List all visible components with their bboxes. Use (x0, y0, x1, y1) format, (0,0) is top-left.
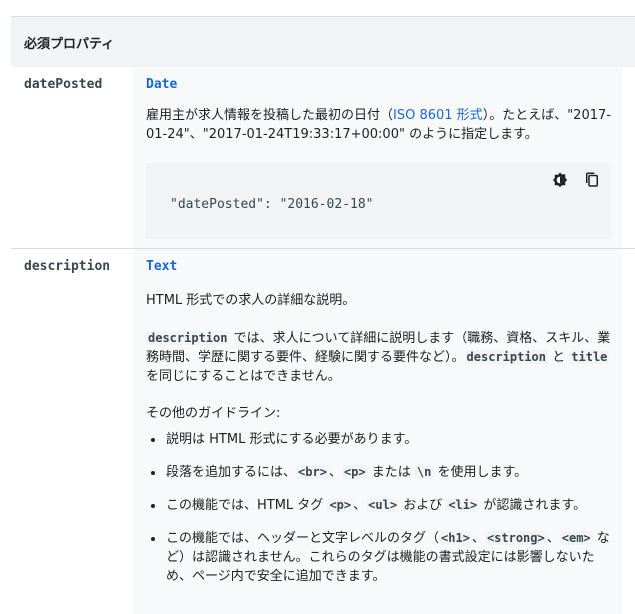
code-line: "datePosted": "2016-02-18" (170, 197, 374, 212)
bullet-3-sep-1: 、 (353, 498, 367, 513)
description-summary: HTML 形式での求人の詳細な説明。 (146, 293, 356, 308)
type-link-date[interactable]: Date (146, 77, 177, 92)
bullet-2-sep-2: または (367, 465, 415, 480)
iso8601-link[interactable]: ISO 8601 形式 (393, 108, 483, 123)
bullet-4-sep-1: 、 (471, 531, 485, 546)
theme-toggle-icon[interactable] (551, 171, 569, 189)
detail-text-3: を同じにすることはできません。 (146, 369, 341, 384)
property-name-dateposted: datePosted (24, 77, 103, 92)
type-link-text[interactable]: Text (146, 259, 177, 274)
code-sample-block: "datePosted": "2016-02-18" (146, 163, 611, 239)
table-header-label: 必須プロパティ (24, 37, 115, 52)
bullet-1-text: 説明は HTML 形式にする必要があります。 (166, 432, 418, 447)
code-title: title (569, 350, 610, 364)
list-item: 段落を追加するには、 <br>、 <p> または \n を使用します。 (146, 463, 611, 482)
copy-icon[interactable] (583, 171, 601, 189)
code-key: "datePosted" (170, 197, 264, 212)
description-detail: description では、求人について詳細に説明します（職務、資格、スキル、… (146, 329, 611, 386)
bullet-3-pre: この機能では、HTML タグ (166, 498, 328, 513)
code-br-tag: <br> (296, 465, 329, 479)
guidelines-heading: その他のガイドライン: (146, 406, 281, 421)
code-p-tag: <p> (341, 465, 368, 479)
row-divider (11, 248, 635, 249)
guidelines-list: 説明は HTML 形式にする必要があります。 段落を追加するには、 <br>、 <p… (146, 430, 611, 600)
list-item: この機能では、HTML タグ <p>、 <ul> および <li> が認識されます… (146, 496, 611, 515)
code-em-tag: <em> (559, 531, 593, 545)
bullet-2-sep-1: 、 (328, 465, 342, 480)
list-item: 説明は HTML 形式にする必要があります。 (146, 430, 611, 449)
code-h1-tag: <h1> (439, 531, 472, 545)
list-item: この機能では、ヘッダーと文字レベルのタグ（ <h1>、 <strong>、 <em> … (146, 529, 611, 586)
table-header-row: 必須プロパティ (11, 16, 635, 67)
code-value: "2016-02-18" (279, 197, 374, 212)
code-description-2: description (464, 350, 548, 364)
bullet-3-post: が認識されます。 (479, 498, 587, 513)
bullet-2-pre: 段落を追加するには、 (166, 465, 297, 480)
bullet-4-sep-2: 、 (546, 531, 560, 546)
code-description-1: description (146, 331, 230, 345)
code-newline: \n (414, 465, 434, 479)
property-table: 必須プロパティ datePosted Date 雇用主が求人情報を投稿した最初の… (0, 0, 635, 614)
code-strong-tag: <strong> (484, 531, 547, 545)
code-ul-tag: <ul> (366, 498, 400, 512)
code-separator: : (263, 197, 280, 212)
code-p-tag-2: <p> (327, 498, 354, 512)
bullet-4-pre: この機能では、ヘッダーと文字レベルのタグ（ (166, 531, 440, 546)
code-li-tag: <li> (446, 498, 480, 512)
detail-text-2: と (548, 350, 570, 365)
bullet-2-post: を使用します。 (433, 465, 528, 480)
bullet-3-sep-2: および (399, 498, 447, 513)
code-actions (551, 171, 601, 189)
dateposted-description-pre: 雇用主が求人情報を投稿した最初の日付（ (146, 108, 394, 123)
dateposted-description: 雇用主が求人情報を投稿した最初の日付（ISO 8601 形式）。たとえば、"20… (146, 106, 611, 144)
property-name-description: description (24, 259, 111, 274)
